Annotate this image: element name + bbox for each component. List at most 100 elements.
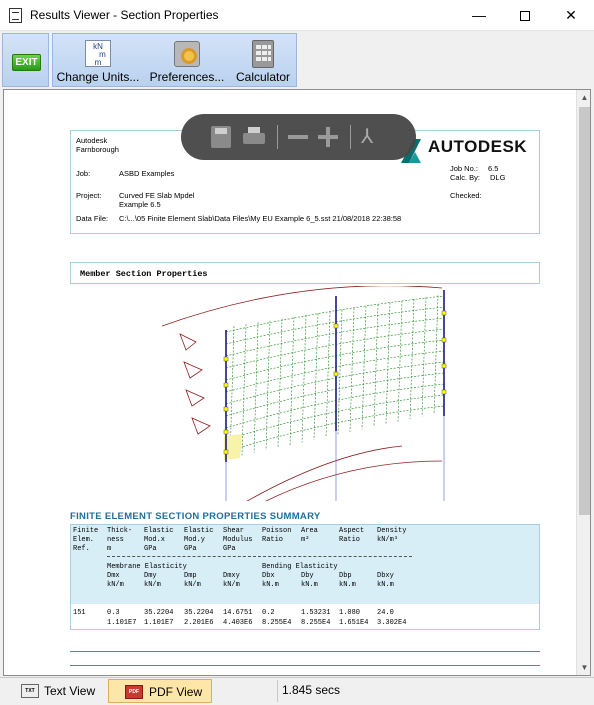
- project-label: Project:: [76, 191, 102, 200]
- calcby-value: DLG: [490, 173, 506, 182]
- tab-pdf-view[interactable]: PDF PDF View: [108, 679, 212, 703]
- vertical-scrollbar[interactable]: ▲ ▼: [576, 90, 590, 675]
- mesh-line: [373, 304, 379, 427]
- mesh-line: [301, 315, 307, 443]
- support-symbols: [179, 333, 211, 435]
- mesh-lines-vertical: [229, 295, 439, 459]
- pdf-page: Autodesk Farnborough Job: ASBD Examples …: [12, 90, 577, 675]
- calculator-label: Calculator: [235, 70, 291, 84]
- data-cell: 1.101E7: [107, 619, 137, 627]
- mesh-line: [225, 405, 445, 453]
- data-cell: 151: [73, 609, 86, 617]
- mesh-line: [349, 307, 355, 433]
- data-cell: 14.6751: [223, 609, 253, 617]
- mesh-line: [225, 317, 445, 357]
- mesh-line: [397, 300, 403, 422]
- elast-unit: kN/m: [144, 581, 161, 589]
- zoom-out-icon[interactable]: [288, 126, 308, 148]
- head-cell: GPa: [144, 545, 157, 553]
- mesh-line: [325, 311, 331, 438]
- data-cell: 24.0: [377, 609, 394, 617]
- mesh-line: [225, 383, 445, 429]
- maximize-icon: [520, 11, 530, 22]
- exit-icon: EXIT: [12, 54, 41, 71]
- autodesk-logo-text: AUTODESK: [428, 137, 528, 156]
- data-cell: 3.302E4: [377, 619, 407, 627]
- datafile-label: Data File:: [76, 214, 109, 223]
- slab-outline: [161, 286, 443, 501]
- company-location: Farnborough: [76, 145, 119, 154]
- head-cell: Ratio: [339, 536, 361, 544]
- toolbar-divider: [277, 125, 278, 149]
- save-icon[interactable]: [211, 126, 231, 148]
- preferences-button[interactable]: Preferences...: [145, 34, 229, 86]
- tab-text-view[interactable]: TXT Text View: [4, 679, 102, 703]
- scroll-thumb[interactable]: [579, 107, 590, 515]
- slab-model-drawing: [161, 286, 447, 501]
- pdf-file-icon: PDF: [125, 685, 143, 699]
- autodesk-logo: AUTODESK: [401, 137, 537, 165]
- document-icon: [9, 8, 22, 23]
- mesh-line: [385, 302, 391, 425]
- mesh-line: [277, 318, 283, 448]
- mesh-line: [337, 309, 343, 435]
- mesh-line: [409, 298, 415, 420]
- window-title: Results Viewer - Section Properties: [30, 8, 219, 22]
- data-cell: 8.255E4: [301, 619, 331, 627]
- pdf-floating-toolbar: ⅄: [181, 114, 416, 160]
- close-button[interactable]: ✕: [548, 0, 594, 31]
- mesh-line: [241, 324, 247, 456]
- print-icon[interactable]: [243, 126, 265, 148]
- project-value-2: Example 6.5: [119, 200, 161, 209]
- pdf-viewer[interactable]: Autodesk Farnborough Job: ASBD Examples …: [3, 89, 591, 676]
- page-rule: [70, 665, 540, 666]
- mesh-line: [421, 297, 427, 417]
- mesh-line: [225, 394, 445, 441]
- data-cell: 8.255E4: [262, 619, 292, 627]
- change-units-button[interactable]: kN m m Change Units...: [55, 34, 141, 86]
- calcby-label: Calc. By:: [450, 173, 481, 182]
- toolbar: EXIT kN m m Change Units... Preferences.…: [0, 31, 594, 87]
- divider-line: [107, 556, 412, 557]
- mesh-line: [225, 372, 445, 417]
- head-cell: m: [107, 545, 112, 553]
- zoom-in-icon[interactable]: [318, 126, 338, 148]
- acrobat-icon[interactable]: ⅄: [361, 126, 381, 148]
- job-value: ASBD Examples: [119, 169, 175, 178]
- status-time: 1.845 secs: [277, 680, 594, 702]
- head-cell: GPa: [223, 545, 236, 553]
- data-cell: 1.651E4: [339, 619, 369, 627]
- elast-unit: kN/m: [184, 581, 201, 589]
- elast-unit: kN.m: [301, 581, 318, 589]
- minimize-button[interactable]: —: [456, 0, 502, 31]
- tab-text-view-label: Text View: [44, 684, 96, 698]
- elast-unit: kN/m: [223, 581, 240, 589]
- jobno-label: Job No.:: [450, 164, 478, 173]
- job-label: Job:: [76, 169, 91, 178]
- datafile-value: C:\...\05 Finite Element Slab\Data Files…: [119, 214, 402, 223]
- jobno-value: 6.5: [488, 164, 499, 173]
- change-units-label: Change Units...: [56, 70, 140, 84]
- toolbar-divider: [350, 125, 351, 149]
- data-cell: 4.403E6: [223, 619, 253, 627]
- mesh-line: [225, 328, 445, 369]
- data-cell: 0.3: [107, 609, 120, 617]
- mesh-line: [361, 306, 367, 430]
- elast-unit: kN.m: [377, 581, 394, 589]
- elast-unit: kN/m: [107, 581, 124, 589]
- scroll-up-icon[interactable]: ▲: [577, 90, 590, 105]
- data-cell: 1.53231: [301, 609, 331, 617]
- mesh-line: [289, 316, 295, 446]
- data-cell: 1.101E7: [144, 619, 174, 627]
- mesh-line: [253, 322, 259, 453]
- checked-label: Checked:: [450, 191, 482, 200]
- tab-pdf-view-label: PDF View: [149, 685, 203, 699]
- data-cell: 2.201E6: [184, 619, 214, 627]
- scroll-down-icon[interactable]: ▼: [577, 660, 590, 675]
- calculator-button[interactable]: Calculator: [231, 34, 295, 86]
- elast-unit: kN.m: [262, 581, 279, 589]
- maximize-button[interactable]: [502, 0, 548, 31]
- exit-button[interactable]: EXIT: [2, 33, 49, 87]
- head-cell: kN/m³: [377, 536, 399, 544]
- preferences-label: Preferences...: [149, 70, 225, 84]
